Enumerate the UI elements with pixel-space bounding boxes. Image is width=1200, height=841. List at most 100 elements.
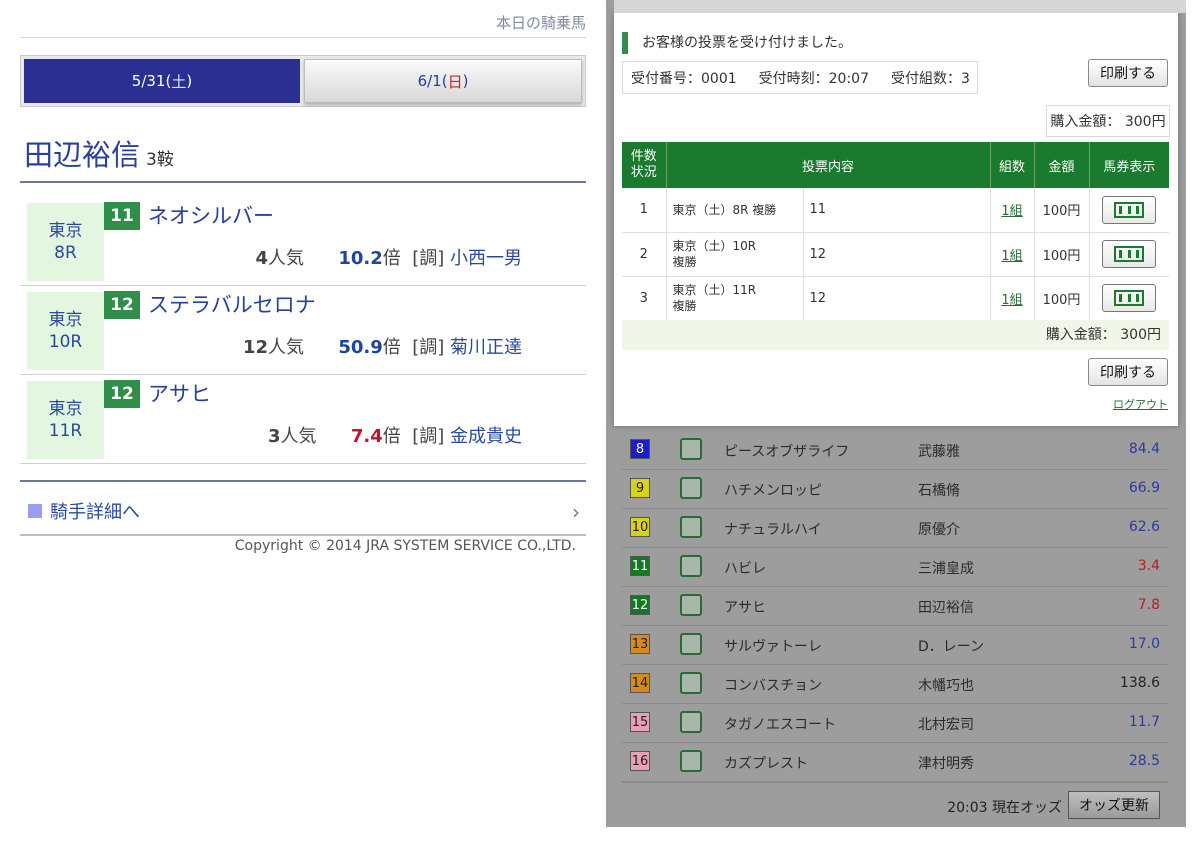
col-status: 件数 状況	[622, 142, 667, 188]
horse-name[interactable]: ステラバルセロナ	[148, 289, 316, 319]
bet-no: 3	[622, 276, 667, 321]
odds-value: 10.2	[338, 248, 383, 269]
odds-value: 7.8	[1137, 597, 1160, 613]
todays-rides-link[interactable]: 本日の騎乗馬	[20, 12, 586, 38]
receipt-time-label: 受付時刻：	[758, 70, 829, 87]
bet-content: 東京（土）11R 複勝	[666, 276, 804, 321]
popularity-label: 人気	[280, 426, 317, 447]
horse-checkbox[interactable]	[680, 477, 702, 499]
jockey-name: 木幡巧也	[918, 678, 974, 694]
ticket-view-button[interactable]	[1102, 240, 1157, 268]
race-no: 10R	[48, 332, 83, 352]
horse-checkbox[interactable]	[680, 594, 702, 616]
odds-list: 8 ピースオブザライフ 武藤雅 84.4 9 ハチメンロッピ 石橋脩 66.9 10 ナチュラルハ…	[622, 431, 1168, 782]
trainer-tag: [調]	[412, 337, 445, 358]
horse-number-badge: 16	[630, 751, 650, 771]
trainer-name[interactable]: 菊川正達	[450, 337, 522, 358]
ticket-icon	[1114, 201, 1145, 218]
horse-number-badge: 15	[630, 712, 650, 732]
horse-number-badge: 8	[630, 439, 650, 459]
race-venue: 東京 11R	[27, 381, 104, 459]
horse-name: カズプレスト	[724, 756, 808, 772]
horse-name: ハチメンロッピ	[724, 483, 822, 499]
horse-name[interactable]: ネオシルバー	[148, 200, 274, 230]
race-no: 11R	[48, 421, 83, 441]
odds-unit: 倍	[382, 248, 401, 269]
horse-checkbox[interactable]	[680, 711, 702, 733]
divider	[20, 181, 586, 183]
date-tabs: 5/31(土) 6/1(日)	[20, 55, 586, 107]
jockey-name: 田辺裕信	[918, 600, 974, 616]
odds-value: 17.0	[1128, 636, 1160, 652]
ticket-icon	[1114, 290, 1145, 306]
top-strip	[614, 0, 1186, 13]
update-odds-button[interactable]: オッズ更新	[1068, 791, 1160, 819]
total-value: 300円	[1120, 327, 1161, 343]
race-entry[interactable]: 東京 10R 12 ステラバルセロナ 12人気 50.9倍 [調] 菊川正達	[20, 287, 586, 375]
col-sets: 組数	[990, 142, 1035, 188]
trainer-name[interactable]: 小西一男	[450, 248, 522, 269]
odds-unit: 倍	[382, 426, 401, 447]
ride-count: 3鞍	[146, 150, 174, 170]
horse-checkbox[interactable]	[680, 516, 702, 538]
horse-name: タガノエスコート	[724, 717, 836, 733]
jockey-detail-link[interactable]: 騎手詳細へ ›	[20, 488, 586, 536]
race-entry[interactable]: 東京 8R 11 ネオシルバー 4人気 10.2倍 [調] 小西一男	[20, 198, 586, 286]
bet-content: 東京（土）8R 複勝	[666, 188, 804, 233]
horse-checkbox[interactable]	[680, 633, 702, 655]
horse-number-badge: 14	[630, 673, 650, 693]
tab-6-1[interactable]: 6/1(日)	[304, 59, 582, 103]
horse-checkbox[interactable]	[680, 438, 702, 460]
ticket-view-button[interactable]	[1102, 195, 1157, 224]
venue-name: 東京	[48, 310, 83, 330]
bet-sets-link[interactable]: 1組	[1001, 204, 1022, 219]
horse-number: 11	[104, 202, 140, 230]
popularity: 12	[242, 337, 268, 358]
odds-row: 12 アサヒ 田辺裕信 7.8	[622, 587, 1168, 626]
bet-row: 3 東京（土）11R 複勝 12 1組 100円	[622, 276, 1169, 321]
receipt-sets-value: 3	[961, 70, 970, 87]
jockey-name: 武藤雅	[918, 444, 960, 460]
col-ticket: 馬券表示	[1089, 142, 1169, 188]
horse-name[interactable]: アサヒ	[148, 378, 211, 408]
odds-time: 20:03 現在オッズ	[947, 800, 1062, 816]
horse-name: ピースオブザライフ	[724, 444, 850, 460]
odds-footer: 20:03 現在オッズ オッズ更新	[622, 782, 1168, 826]
print-button-bottom[interactable]: 印刷する	[1088, 358, 1168, 386]
odds-row: 15 タガノエスコート 北村宏司 11.7	[622, 704, 1168, 743]
horse-number: 12	[104, 380, 140, 408]
horse-checkbox[interactable]	[680, 750, 702, 772]
bet-sets-link[interactable]: 1組	[1001, 293, 1022, 308]
trainer-tag: [調]	[412, 248, 445, 269]
horse-number-badge: 10	[630, 517, 650, 537]
odds-value: 50.9	[338, 337, 383, 358]
odds-value: 66.9	[1128, 480, 1160, 496]
horse-name: ナチュラルハイ	[724, 522, 822, 538]
tab-date: 6/1(	[417, 72, 448, 90]
horse-checkbox[interactable]	[680, 555, 702, 577]
tab-paren: )	[462, 72, 469, 90]
odds-row: 9 ハチメンロッピ 石橋脩 66.9	[622, 470, 1168, 509]
trainer-name[interactable]: 金成貴史	[450, 426, 522, 447]
bet-no: 1	[622, 188, 667, 233]
logout-link[interactable]: ログアウト	[1113, 396, 1168, 412]
ticket-view-button[interactable]	[1102, 284, 1157, 312]
horse-number-badge: 12	[630, 595, 650, 615]
col-money: 金額	[1034, 142, 1090, 188]
print-button[interactable]: 印刷する	[1088, 59, 1168, 87]
jockey-title: 田辺裕信 3鞍	[24, 132, 174, 174]
horse-name: ハビレ	[724, 561, 766, 577]
race-meta: 12人気 50.9倍 [調] 菊川正達	[243, 333, 522, 359]
bet-sets-link[interactable]: 1組	[1001, 249, 1022, 264]
bet-money: 100円	[1034, 188, 1090, 233]
horse-name: コンバスチョン	[724, 678, 822, 694]
race-entry[interactable]: 東京 11R 12 アサヒ 3人気 7.4倍 [調] 金成貴史	[20, 376, 586, 464]
jockey-name: 三浦皇成	[918, 561, 974, 577]
detail-link-label: 騎手詳細へ	[50, 502, 140, 523]
venue-name: 東京	[48, 399, 83, 419]
bet-table: 件数 状況 投票内容 組数 金額 馬券表示 1 東京（土）8R 複勝 11 1組 100…	[622, 142, 1169, 321]
horse-checkbox[interactable]	[680, 672, 702, 694]
copyright: Copyright © 2014 JRA SYSTEM SERVICE CO.,…	[234, 538, 576, 554]
tab-5-31[interactable]: 5/31(土)	[24, 59, 300, 103]
jockey-name: 原優介	[918, 522, 960, 538]
